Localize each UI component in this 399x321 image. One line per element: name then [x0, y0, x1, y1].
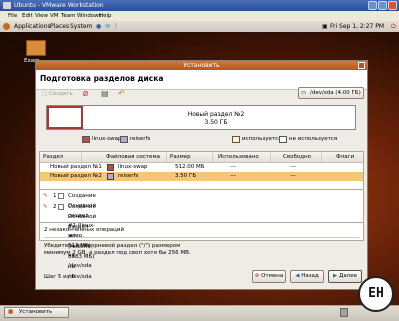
menu-vm[interactable]: VM	[50, 12, 59, 20]
col-header-flags[interactable]: Флаги	[336, 152, 361, 162]
legend-label-unused: не используется	[289, 136, 338, 142]
divider	[44, 237, 360, 238]
device-select[interactable]: ▭ /dev/sda (4.00 ГБ)	[298, 87, 364, 99]
fs-color-swatch	[107, 164, 114, 171]
back-button[interactable]: ◀ Назад	[290, 270, 324, 283]
panel-menu-places[interactable]: Places	[50, 23, 69, 30]
legend-swatch-reiserfs	[120, 136, 128, 143]
dialog-titlebar: Установить	[36, 61, 367, 70]
disk-icon: ▭	[301, 90, 307, 96]
menu-help[interactable]: Help	[99, 12, 112, 20]
delete-icon[interactable]: ⊘	[82, 88, 89, 100]
undo-icon[interactable]: ↶	[118, 88, 125, 100]
legend-swatch-unused	[279, 136, 287, 143]
legend-label-swap: linux-swap	[92, 136, 122, 142]
cancel-button[interactable]: ⊗ Отмена	[252, 270, 286, 283]
minimize-button[interactable]	[368, 1, 377, 10]
col-header-filesystem[interactable]: Файловая система	[106, 152, 167, 162]
col-header-free[interactable]: Свободно	[283, 152, 322, 162]
new-partition-button[interactable]: ▢ Создать	[42, 88, 73, 100]
close-button[interactable]	[388, 1, 397, 10]
cell-partition: Новый раздел №2	[50, 173, 102, 179]
hint-note: Убедитесь что корневой раздел ("/") разм…	[44, 243, 191, 256]
installer-task-icon: ■	[8, 309, 14, 315]
step-indicator: Шаг 5 из 6	[44, 274, 75, 280]
folder-icon[interactable]	[26, 40, 46, 56]
ubuntu-logo-icon	[3, 23, 10, 30]
network-icon[interactable]: ▣	[322, 23, 328, 30]
partition-toolbar: ▢ Создать ⊘ ▤ ↶	[42, 88, 242, 100]
pending-operations-count: 2 незаконченных операций	[44, 227, 125, 233]
cell-free: ---	[290, 164, 296, 170]
fs-color-swatch	[107, 173, 114, 180]
cancel-icon: ⊗	[254, 273, 260, 279]
partition-map-label: Новый раздел №2 3.50 ГБ	[187, 111, 245, 126]
new-partition-op-icon: ✎	[43, 193, 48, 199]
workspace-switcher[interactable]	[340, 308, 348, 317]
page-title: Подготовка разделов диска	[40, 74, 164, 83]
cell-used: ---	[230, 164, 236, 170]
col-header-size[interactable]: Размер	[170, 152, 213, 162]
forward-arrow-icon: ▶	[333, 273, 338, 279]
operations-list: ✎ 1 Создание Основной раздел #1 (linux-s…	[39, 189, 364, 280]
cell-filesystem: reiserfs	[118, 173, 139, 179]
help-launcher-icon[interactable]: ?	[114, 23, 117, 30]
col-header-used[interactable]: Использовано	[218, 152, 271, 162]
legend-swatch-used	[232, 136, 240, 143]
new-partition-op-icon: ✎	[43, 204, 48, 210]
properties-icon[interactable]: ▤	[101, 88, 109, 100]
back-arrow-icon: ◀	[295, 273, 300, 279]
vmware-window-title: Ubuntu - VMware Workstation	[14, 2, 104, 9]
menu-edit[interactable]: Edit	[22, 12, 33, 20]
table-row[interactable]: Новый раздел №2 reiserfs 3.50 ГБ --- ---	[40, 172, 363, 181]
dialog-title: Установить	[183, 62, 220, 69]
cell-size: 512.00 МБ	[175, 164, 205, 170]
vmware-app-icon	[3, 2, 11, 9]
cell-used: ---	[230, 173, 236, 179]
col-header-partition[interactable]: Раздел	[43, 152, 82, 162]
maximize-button[interactable]	[378, 1, 387, 10]
clock[interactable]: Fri Sep 1, 2:27 PM	[330, 23, 384, 30]
taskbar-window-button[interactable]: ■ Установить	[4, 307, 69, 318]
dialog-close-button[interactable]	[358, 62, 365, 69]
menu-team[interactable]: Team	[61, 12, 76, 20]
mail-launcher-icon[interactable]: ✉	[105, 23, 110, 30]
menu-file[interactable]: File	[8, 12, 17, 20]
op-fs-icon	[58, 204, 64, 210]
browser-launcher-icon[interactable]: ●	[96, 23, 101, 30]
legend-label-reiserfs: reiserfs	[130, 136, 151, 142]
op-fs-icon	[58, 193, 64, 199]
installer-dialog: Установить Подготовка разделов диска ▢ С…	[35, 60, 368, 290]
panel-menu-system[interactable]: System	[70, 23, 92, 30]
panel-menu-applications[interactable]: Applications	[14, 23, 51, 30]
menu-view[interactable]: View	[35, 12, 48, 20]
cell-size: 3.50 ГБ	[175, 173, 197, 179]
forward-button[interactable]: ▶ Далее	[328, 270, 362, 283]
logout-icon[interactable]: ⏻	[391, 23, 396, 30]
vmware-titlebar: Ubuntu - VMware Workstation	[0, 0, 399, 11]
cell-partition: Новый раздел №1	[50, 164, 102, 170]
partition-map-swap-segment[interactable]	[47, 106, 83, 129]
watermark-logo: ЕН	[358, 276, 394, 312]
menu-windows[interactable]: Windows	[77, 12, 102, 20]
cell-free: ---	[290, 173, 296, 179]
new-partition-icon: ▢	[42, 91, 48, 97]
legend-label-used: используется	[242, 136, 282, 142]
cell-filesystem: linux-swap	[118, 164, 148, 170]
table-row[interactable]: Новый раздел №1 linux-swap 512.00 МБ ---…	[40, 163, 363, 172]
legend-swatch-swap	[82, 136, 90, 143]
